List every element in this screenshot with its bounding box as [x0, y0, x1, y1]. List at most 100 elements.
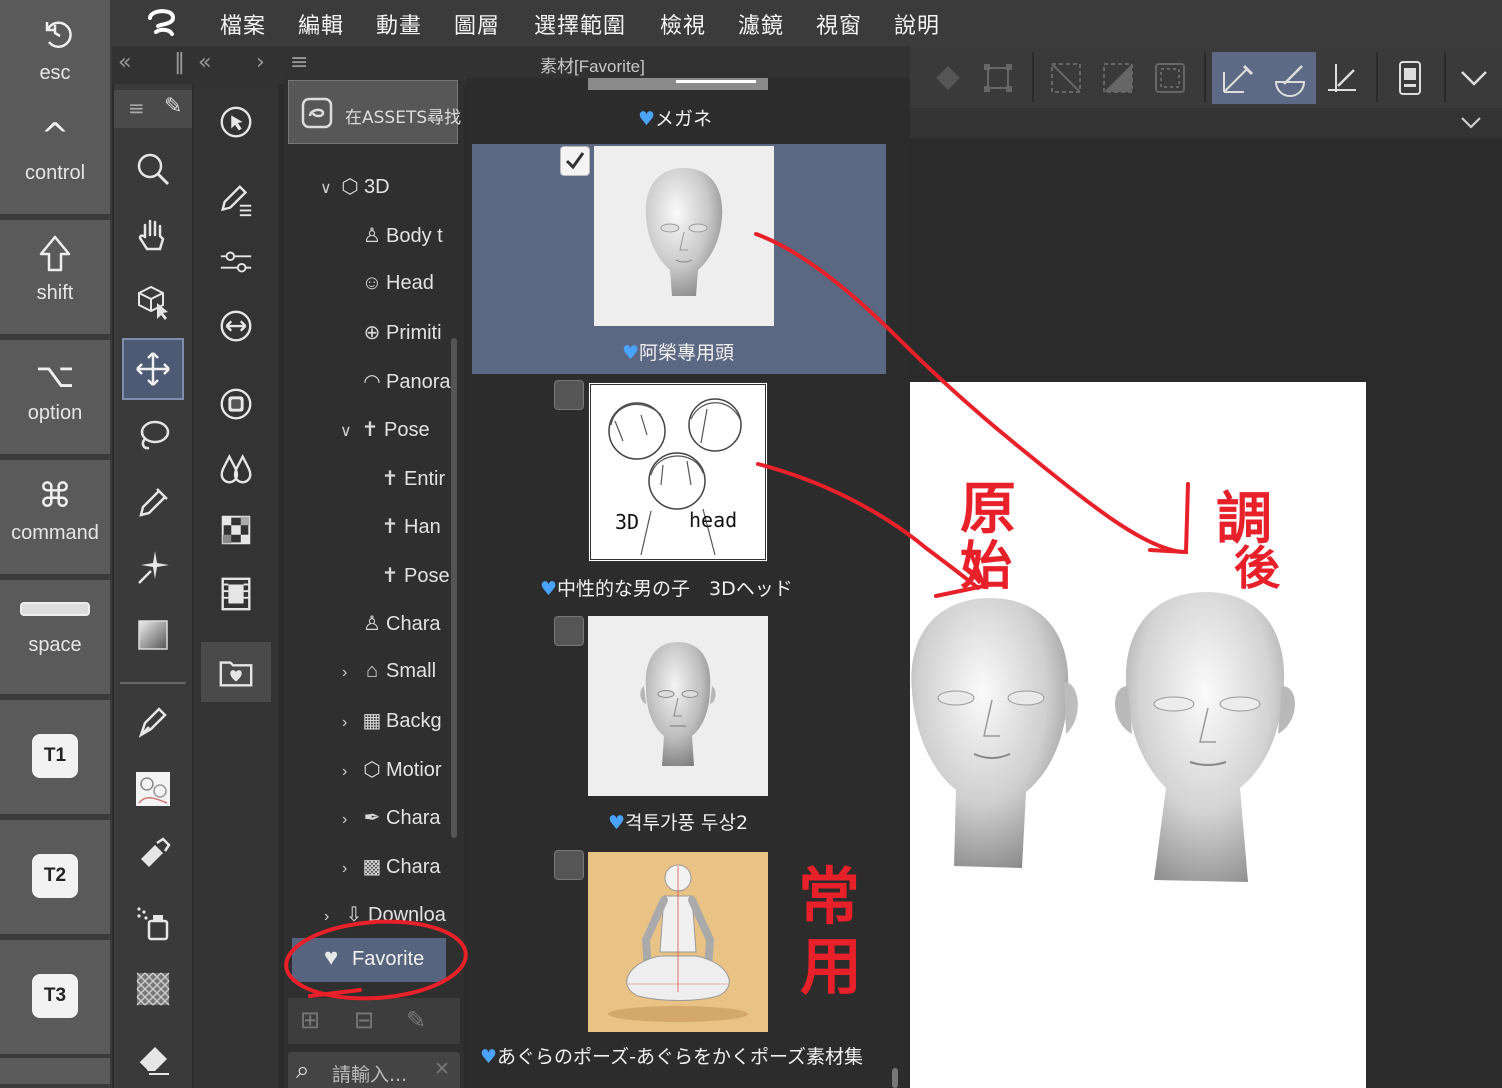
menu-help[interactable]: 說明	[894, 8, 940, 40]
material-checkbox[interactable]	[554, 850, 584, 880]
drawing-canvas[interactable]	[910, 382, 1366, 1088]
material-item-selected[interactable]: ♥阿榮專用頭	[472, 144, 886, 374]
subtool-brush-settings[interactable]	[206, 172, 266, 228]
tree-item-primitive[interactable]: ⊕ Primiti	[358, 320, 442, 345]
t1-key[interactable]: T1	[0, 700, 110, 818]
tree-item-3d[interactable]: ∨ ⬡ 3D	[320, 174, 390, 199]
subtool-color-wheel[interactable]	[206, 376, 266, 432]
airbrush-tool[interactable]	[122, 892, 184, 954]
tree-item-character-2[interactable]: › ✒ Chara	[342, 805, 440, 830]
tree-item-pose-sub[interactable]: ✝ Pose	[376, 563, 450, 588]
control-key[interactable]: ^ control	[0, 100, 110, 218]
move-tool[interactable]	[122, 338, 184, 400]
chevron-down-small-icon[interactable]	[1456, 110, 1486, 136]
collapse-left-2-icon[interactable]: «	[198, 50, 211, 75]
tree-item-pose[interactable]: ∨ ✝ Pose	[340, 417, 430, 442]
tree-item-character[interactable]: ♙ Chara	[358, 611, 440, 636]
extra-key[interactable]	[0, 1058, 110, 1088]
subtool-navigator[interactable]	[206, 298, 266, 354]
pose-figure-icon: ✝	[381, 468, 399, 490]
menu-filter[interactable]: 濾鏡	[738, 8, 784, 40]
toolbar-separator	[1032, 52, 1034, 102]
material-thumb-partial[interactable]	[588, 78, 768, 90]
expand-right-icon[interactable]: ›	[256, 50, 265, 75]
delete-folder-icon[interactable]: ⊟	[354, 1006, 374, 1034]
material-search-input[interactable]: ⌕ 請輸入... ✕	[288, 1052, 460, 1088]
eraser-tool[interactable]	[122, 1026, 184, 1088]
tree-item-small-object[interactable]: › ⌂ Small	[342, 660, 436, 683]
tool-menu-icon[interactable]: ≡	[128, 96, 145, 120]
command-key[interactable]: ⌘ command	[0, 460, 110, 578]
tree-item-motion[interactable]: › ⬡ Motior	[342, 757, 442, 782]
fill-tool[interactable]	[122, 824, 184, 886]
selection-border-icon[interactable]	[1144, 52, 1196, 104]
app-logo-icon[interactable]	[142, 4, 182, 42]
panel-grip-icon[interactable]: ‖	[174, 50, 185, 75]
manga-thumbnail-icon	[136, 772, 170, 806]
subtool-color-set[interactable]	[206, 502, 266, 558]
chevron-down-icon[interactable]	[1448, 52, 1500, 104]
deselect-icon[interactable]	[1040, 52, 1092, 104]
panel-menu-icon[interactable]: ≡	[290, 50, 308, 75]
fill-shape-icon[interactable]	[922, 52, 974, 104]
device-settings-icon[interactable]	[1384, 52, 1436, 104]
space-key[interactable]: space	[0, 580, 110, 698]
new-folder-icon[interactable]: ⊞	[300, 1006, 320, 1034]
option-key[interactable]: ⌥ option	[0, 340, 110, 458]
heart-icon: ♥	[638, 108, 656, 130]
tree-item-download[interactable]: › ⇩ Downloa	[324, 902, 446, 927]
invert-selection-icon[interactable]	[1092, 52, 1144, 104]
menu-animation[interactable]: 動畫	[376, 8, 422, 40]
special-ruler-snap-icon[interactable]	[1264, 52, 1316, 104]
menu-view[interactable]: 檢視	[660, 8, 706, 40]
grid-snap-icon[interactable]	[1316, 52, 1368, 104]
material-scrollbar[interactable]	[892, 1068, 898, 1088]
eyedropper-tool[interactable]	[122, 470, 184, 532]
subtool-color-mix[interactable]	[206, 440, 266, 496]
material-checkbox[interactable]	[554, 380, 584, 410]
zoom-tool[interactable]	[122, 138, 184, 200]
subtool-properties[interactable]	[206, 234, 266, 290]
material-checkbox[interactable]	[554, 616, 584, 646]
menu-window[interactable]: 視窗	[816, 8, 862, 40]
transform-icon[interactable]	[972, 52, 1024, 104]
tree-item-body-type[interactable]: ♙ Body t	[358, 223, 443, 248]
rename-folder-icon[interactable]: ✎	[406, 1006, 426, 1034]
pattern-tool[interactable]	[122, 958, 184, 1020]
t2-key[interactable]: T2	[0, 820, 110, 938]
tree-scrollbar[interactable]	[451, 338, 457, 838]
tree-item-entire-body[interactable]: ✝ Entir	[376, 466, 446, 491]
subtool-timeline[interactable]	[206, 566, 266, 622]
auto-select-tool[interactable]	[122, 536, 184, 598]
gradient-tool[interactable]	[122, 604, 184, 666]
pen-tool[interactable]	[122, 690, 184, 752]
t3-key[interactable]: T3	[0, 940, 110, 1058]
hand-tool[interactable]	[122, 204, 184, 266]
tree-item-character-3[interactable]: › ▩ Chara	[342, 854, 440, 879]
search-assets-button[interactable]: 在ASSETS尋找	[288, 80, 461, 144]
subtool-object[interactable]	[206, 94, 266, 150]
canvas-area[interactable]	[910, 138, 1502, 1088]
ruler-snap-icon[interactable]	[1212, 52, 1264, 104]
esc-key[interactable]: esc	[0, 0, 110, 114]
menu-layer[interactable]: 圖層	[454, 8, 500, 40]
clear-icon[interactable]: ✕	[434, 1058, 450, 1080]
tree-item-panorama[interactable]: ◠ Panora	[358, 369, 450, 394]
tree-item-head[interactable]: ☺ Head	[358, 272, 434, 295]
lasso-tool[interactable]	[122, 404, 184, 466]
shift-key[interactable]: shift	[0, 220, 110, 338]
material-tool[interactable]	[122, 758, 184, 820]
menu-file[interactable]: 檔案	[220, 8, 266, 40]
subtool-material[interactable]	[201, 642, 271, 702]
material-thumbnail-pose[interactable]	[588, 852, 768, 1032]
material-thumbnail-3d-head[interactable]: 3D head	[588, 382, 768, 562]
tree-item-hand[interactable]: ✝ Han	[376, 514, 441, 539]
collapse-left-icon[interactable]: «	[118, 50, 131, 75]
material-thumbnail-fighter-head[interactable]	[588, 616, 768, 796]
material-checkbox[interactable]	[560, 146, 590, 176]
menu-selection[interactable]: 選擇範圍	[534, 8, 626, 40]
object-tool[interactable]	[122, 270, 184, 332]
tree-item-background[interactable]: › ▦ Backg	[342, 708, 442, 733]
menu-edit[interactable]: 編輯	[298, 8, 344, 40]
tree-item-favorite[interactable]: ♥ Favorite	[292, 938, 446, 982]
